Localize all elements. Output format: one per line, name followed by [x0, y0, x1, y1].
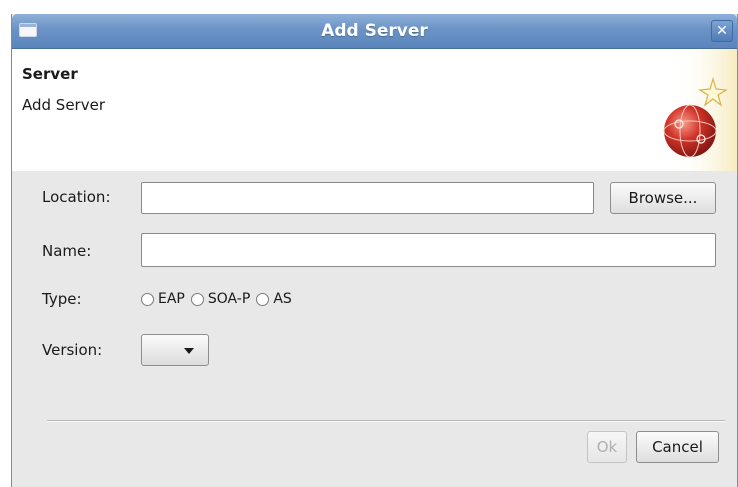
- cancel-button[interactable]: Cancel: [636, 431, 719, 463]
- button-separator: [47, 420, 725, 422]
- radio-as[interactable]: [256, 292, 270, 306]
- location-input[interactable]: [141, 182, 594, 214]
- name-label: Name:: [42, 242, 92, 260]
- location-label: Location:: [42, 188, 111, 206]
- header-description: Add Server: [22, 96, 105, 114]
- server-globe-icon: [663, 49, 737, 171]
- radio-as-label[interactable]: AS: [273, 291, 291, 307]
- radio-eap-label[interactable]: EAP: [158, 291, 185, 307]
- version-label: Version:: [42, 341, 103, 359]
- header-title: Server: [22, 65, 78, 83]
- radio-eap[interactable]: [141, 292, 154, 306]
- dialog-header: Server Add Server: [12, 49, 737, 171]
- close-button[interactable]: ✕: [711, 20, 733, 42]
- version-dropdown[interactable]: [141, 334, 209, 366]
- add-server-dialog: Add Server ✕ Server Add Server Location:…: [11, 14, 738, 487]
- radio-soa-p-label[interactable]: SOA-P: [208, 291, 250, 307]
- radio-soa-p[interactable]: [190, 292, 204, 306]
- type-radio-group: EAP SOA-P AS: [141, 288, 298, 310]
- chevron-down-icon[interactable]: [184, 348, 194, 354]
- title-bar[interactable]: Add Server ✕: [12, 14, 737, 49]
- name-input[interactable]: [141, 233, 716, 267]
- window-title: Add Server: [321, 21, 428, 41]
- type-label: Type:: [42, 290, 82, 308]
- ok-button[interactable]: Ok: [587, 431, 627, 463]
- browse-button[interactable]: Browse...: [610, 182, 716, 214]
